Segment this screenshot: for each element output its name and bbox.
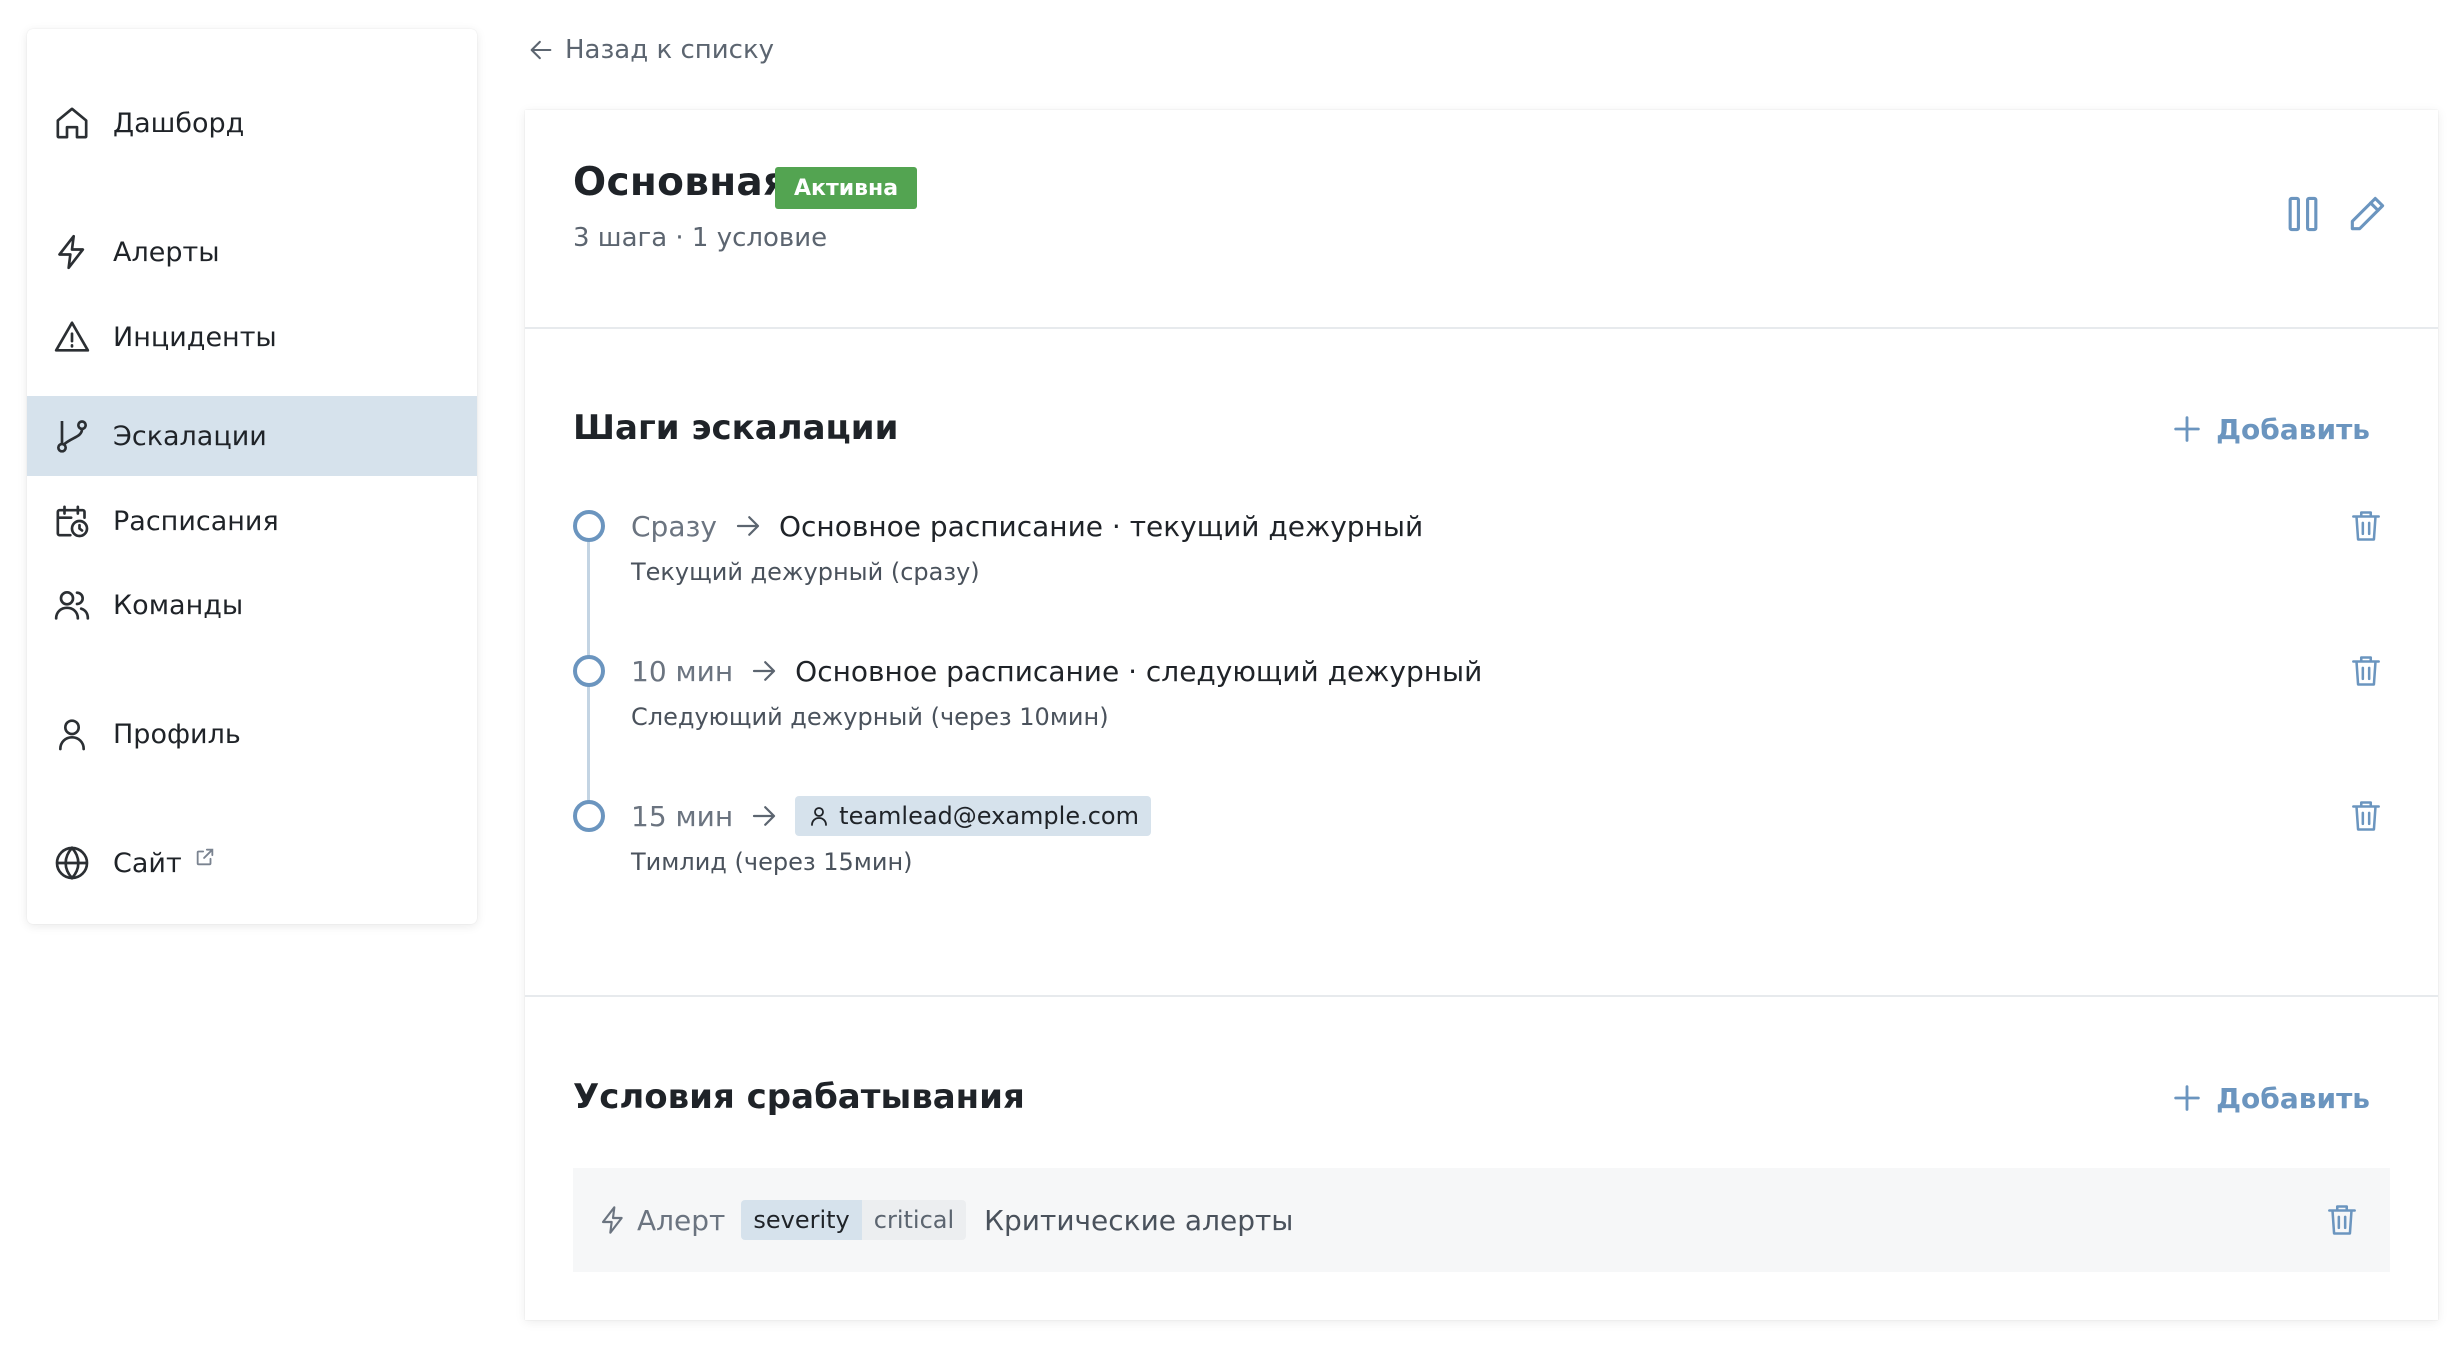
sidebar-item-site[interactable]: Сайт xyxy=(27,823,477,903)
sidebar-item-teams[interactable]: Команды xyxy=(27,565,477,645)
sidebar-item-label: Команды xyxy=(113,589,244,621)
sidebar-item-label: Эскалации xyxy=(113,420,267,452)
step-description: Следующий дежурный (через 10мин) xyxy=(631,703,1109,731)
calendar-clock-icon xyxy=(56,505,89,538)
add-button-label: Добавить xyxy=(2216,412,2370,446)
step-delay: 15 мин xyxy=(631,799,734,833)
sidebar: Дашборд Алерты Инциденты Эскалации Распи… xyxy=(27,29,477,924)
condition-description: Критические алерты xyxy=(984,1203,1294,1237)
add-step-button[interactable]: Добавить xyxy=(2170,407,2370,451)
divider xyxy=(525,995,2438,997)
escalation-policy-card: Основная Активна 3 шага · 1 условие Шаги… xyxy=(525,110,2438,1320)
delete-step-button[interactable] xyxy=(2347,507,2385,545)
sidebar-item-label: Дашборд xyxy=(113,107,245,139)
trash-icon xyxy=(2352,801,2380,831)
user-icon xyxy=(811,807,828,826)
sidebar-item-label: Алерты xyxy=(113,236,220,268)
external-link-icon xyxy=(196,848,213,866)
back-to-list-link[interactable]: Назад к списку xyxy=(527,30,774,70)
step-marker xyxy=(573,510,605,542)
policy-summary: 3 шага · 1 условие xyxy=(573,223,828,253)
step-target: Основное расписание · текущий дежурный xyxy=(778,509,1424,543)
users-icon xyxy=(54,591,90,620)
pause-button[interactable] xyxy=(2281,192,2325,236)
delete-step-button[interactable] xyxy=(2347,797,2385,835)
pause-icon xyxy=(2288,196,2318,232)
plus-icon xyxy=(2174,1085,2200,1111)
condition-row: Алерт severity critical Критические алер… xyxy=(573,1168,2390,1272)
sidebar-item-label: Профиль xyxy=(113,718,241,750)
conditions-section-title: Условия срабатывания xyxy=(573,1077,1025,1117)
warning-icon xyxy=(54,321,90,352)
back-link-label: Назад к списку xyxy=(565,35,775,65)
sidebar-item-label: Сайт xyxy=(113,847,182,879)
sidebar-item-label: Расписания xyxy=(113,505,279,537)
condition-type: Алерт xyxy=(637,1203,726,1237)
sidebar-item-escalations[interactable]: Эскалации xyxy=(27,396,477,476)
delete-condition-button[interactable] xyxy=(2323,1201,2361,1239)
user-chip: teamlead@example.com xyxy=(795,796,1151,836)
step-description: Текущий дежурный (сразу) xyxy=(631,558,980,586)
escalation-step: 10 мин Основное расписание · следующий д… xyxy=(573,655,2373,755)
sidebar-item-alerts[interactable]: Алерты xyxy=(27,212,477,292)
status-badge: Активна xyxy=(775,167,918,209)
step-marker xyxy=(573,800,605,832)
divider xyxy=(525,327,2438,329)
arrow-right-icon xyxy=(753,661,776,681)
add-condition-button[interactable]: Добавить xyxy=(2170,1076,2370,1120)
step-delay: Сразу xyxy=(631,509,717,543)
sidebar-item-profile[interactable]: Профиль xyxy=(27,694,477,774)
home-icon xyxy=(56,107,88,139)
condition-value-tag: critical xyxy=(861,1200,967,1240)
sidebar-item-dashboard[interactable]: Дашборд xyxy=(27,83,477,163)
escalation-step: 15 мин teamlead@example.com Тимлид (чере… xyxy=(573,796,2373,900)
condition-key-tag: severity xyxy=(741,1200,862,1240)
add-button-label: Добавить xyxy=(2216,1081,2370,1115)
escalation-step: Сразу Основное расписание · текущий дежу… xyxy=(573,510,2373,610)
arrow-left-icon xyxy=(530,40,552,60)
chip-label: teamlead@example.com xyxy=(839,802,1139,830)
pencil-icon xyxy=(2350,196,2385,231)
bolt-icon xyxy=(601,1206,623,1234)
sidebar-item-incidents[interactable]: Инциденты xyxy=(27,297,477,377)
arrow-right-icon xyxy=(736,516,760,536)
bolt-icon xyxy=(58,234,85,270)
step-marker xyxy=(573,655,605,687)
trash-icon xyxy=(2352,511,2380,541)
user-icon xyxy=(59,719,85,751)
page-title: Основная xyxy=(573,160,789,205)
edit-button[interactable] xyxy=(2345,192,2389,236)
trash-icon xyxy=(2352,656,2380,686)
globe-icon xyxy=(55,846,89,880)
delete-step-button[interactable] xyxy=(2347,652,2385,690)
git-branch-icon xyxy=(56,420,88,453)
trash-icon xyxy=(2328,1205,2356,1235)
step-delay: 10 мин xyxy=(631,654,734,688)
arrow-right-icon xyxy=(753,806,776,826)
sidebar-item-label: Инциденты xyxy=(113,321,277,353)
sidebar-item-schedules[interactable]: Расписания xyxy=(27,481,477,561)
plus-icon xyxy=(2174,416,2200,442)
step-target: Основное расписание · следующий дежурный xyxy=(795,654,1483,688)
step-description: Тимлид (через 15мин) xyxy=(631,848,913,876)
steps-section-title: Шаги эскалации xyxy=(573,408,899,448)
